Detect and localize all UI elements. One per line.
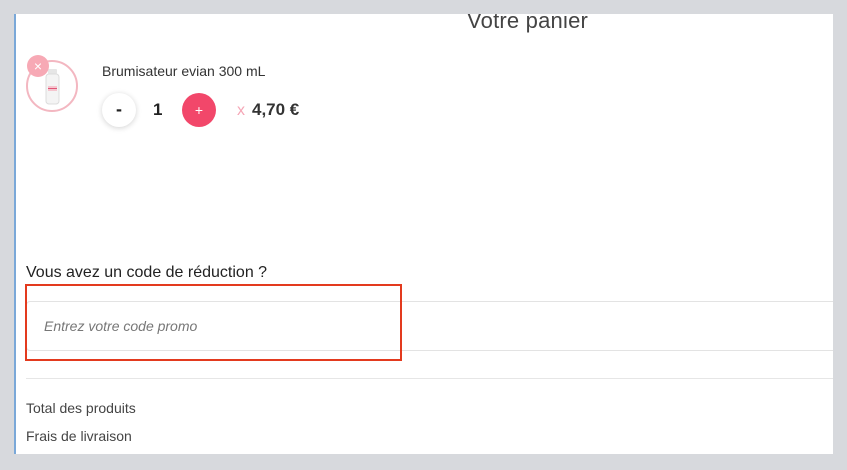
cart-panel: Votre panier × Brumisateur evian 300 mL … bbox=[14, 14, 833, 454]
shipping-fees-label: Frais de livraison bbox=[26, 428, 132, 444]
divider bbox=[26, 378, 833, 379]
decrease-quantity-button[interactable]: - bbox=[102, 93, 136, 127]
promo-code-input[interactable] bbox=[26, 301, 833, 351]
unit-price: 4,70 € bbox=[252, 100, 300, 119]
quantity-value: 1 bbox=[153, 100, 163, 119]
page-title: Votre panier bbox=[467, 14, 589, 33]
promo-code-label: Vous avez un code de réduction ? bbox=[26, 264, 268, 281]
total-products-label: Total des produits bbox=[26, 400, 136, 416]
increase-quantity-button[interactable]: + bbox=[182, 93, 216, 127]
screen-frame: Votre panier × Brumisateur evian 300 mL … bbox=[0, 0, 847, 470]
product-name: Brumisateur evian 300 mL bbox=[102, 63, 266, 79]
close-icon: × bbox=[33, 58, 43, 74]
remove-item-button[interactable]: × bbox=[27, 55, 49, 77]
multiply-sign: x bbox=[237, 102, 245, 119]
